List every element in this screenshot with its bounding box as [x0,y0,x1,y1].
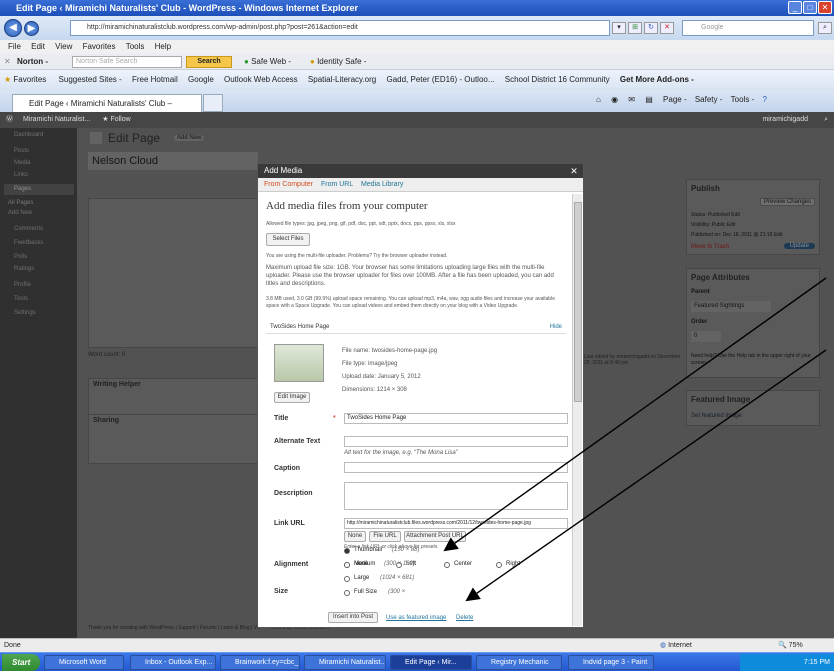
task-paint[interactable]: Indvid page 3 - Paint [568,655,654,670]
system-tray: 7:15 PM [740,654,834,671]
status-bar: Done ◍ Internet 🔍 75% [0,638,834,652]
annotation-arrows [443,277,827,602]
task-brainwork[interactable]: Brainwork:f.ey=cbc_... [220,655,300,670]
task-miramichi[interactable]: Miramichi Naturalist... [304,655,386,670]
start-button[interactable]: Start [2,654,40,671]
taskbar: Start Microsoft Word Inbox - Outlook Exp… [0,652,834,671]
zone-indicator: ◍ Internet [660,642,692,649]
task-registry-mechanic[interactable]: Registry Mechanic [476,655,562,670]
arrow-to-insert [465,349,827,602]
zoom-level[interactable]: 🔍 75% [778,639,803,652]
task-outlook[interactable]: Inbox - Outlook Exp... [130,655,216,670]
task-word[interactable]: Microsoft Word [44,655,124,670]
status-text: Done [4,642,21,649]
task-edit-page[interactable]: Edit Page ‹ Mir... [390,655,472,670]
clock[interactable]: 7:15 PM [804,659,830,666]
arrow-to-thumbnail [443,277,827,552]
globe-icon: ◍ [660,642,667,649]
